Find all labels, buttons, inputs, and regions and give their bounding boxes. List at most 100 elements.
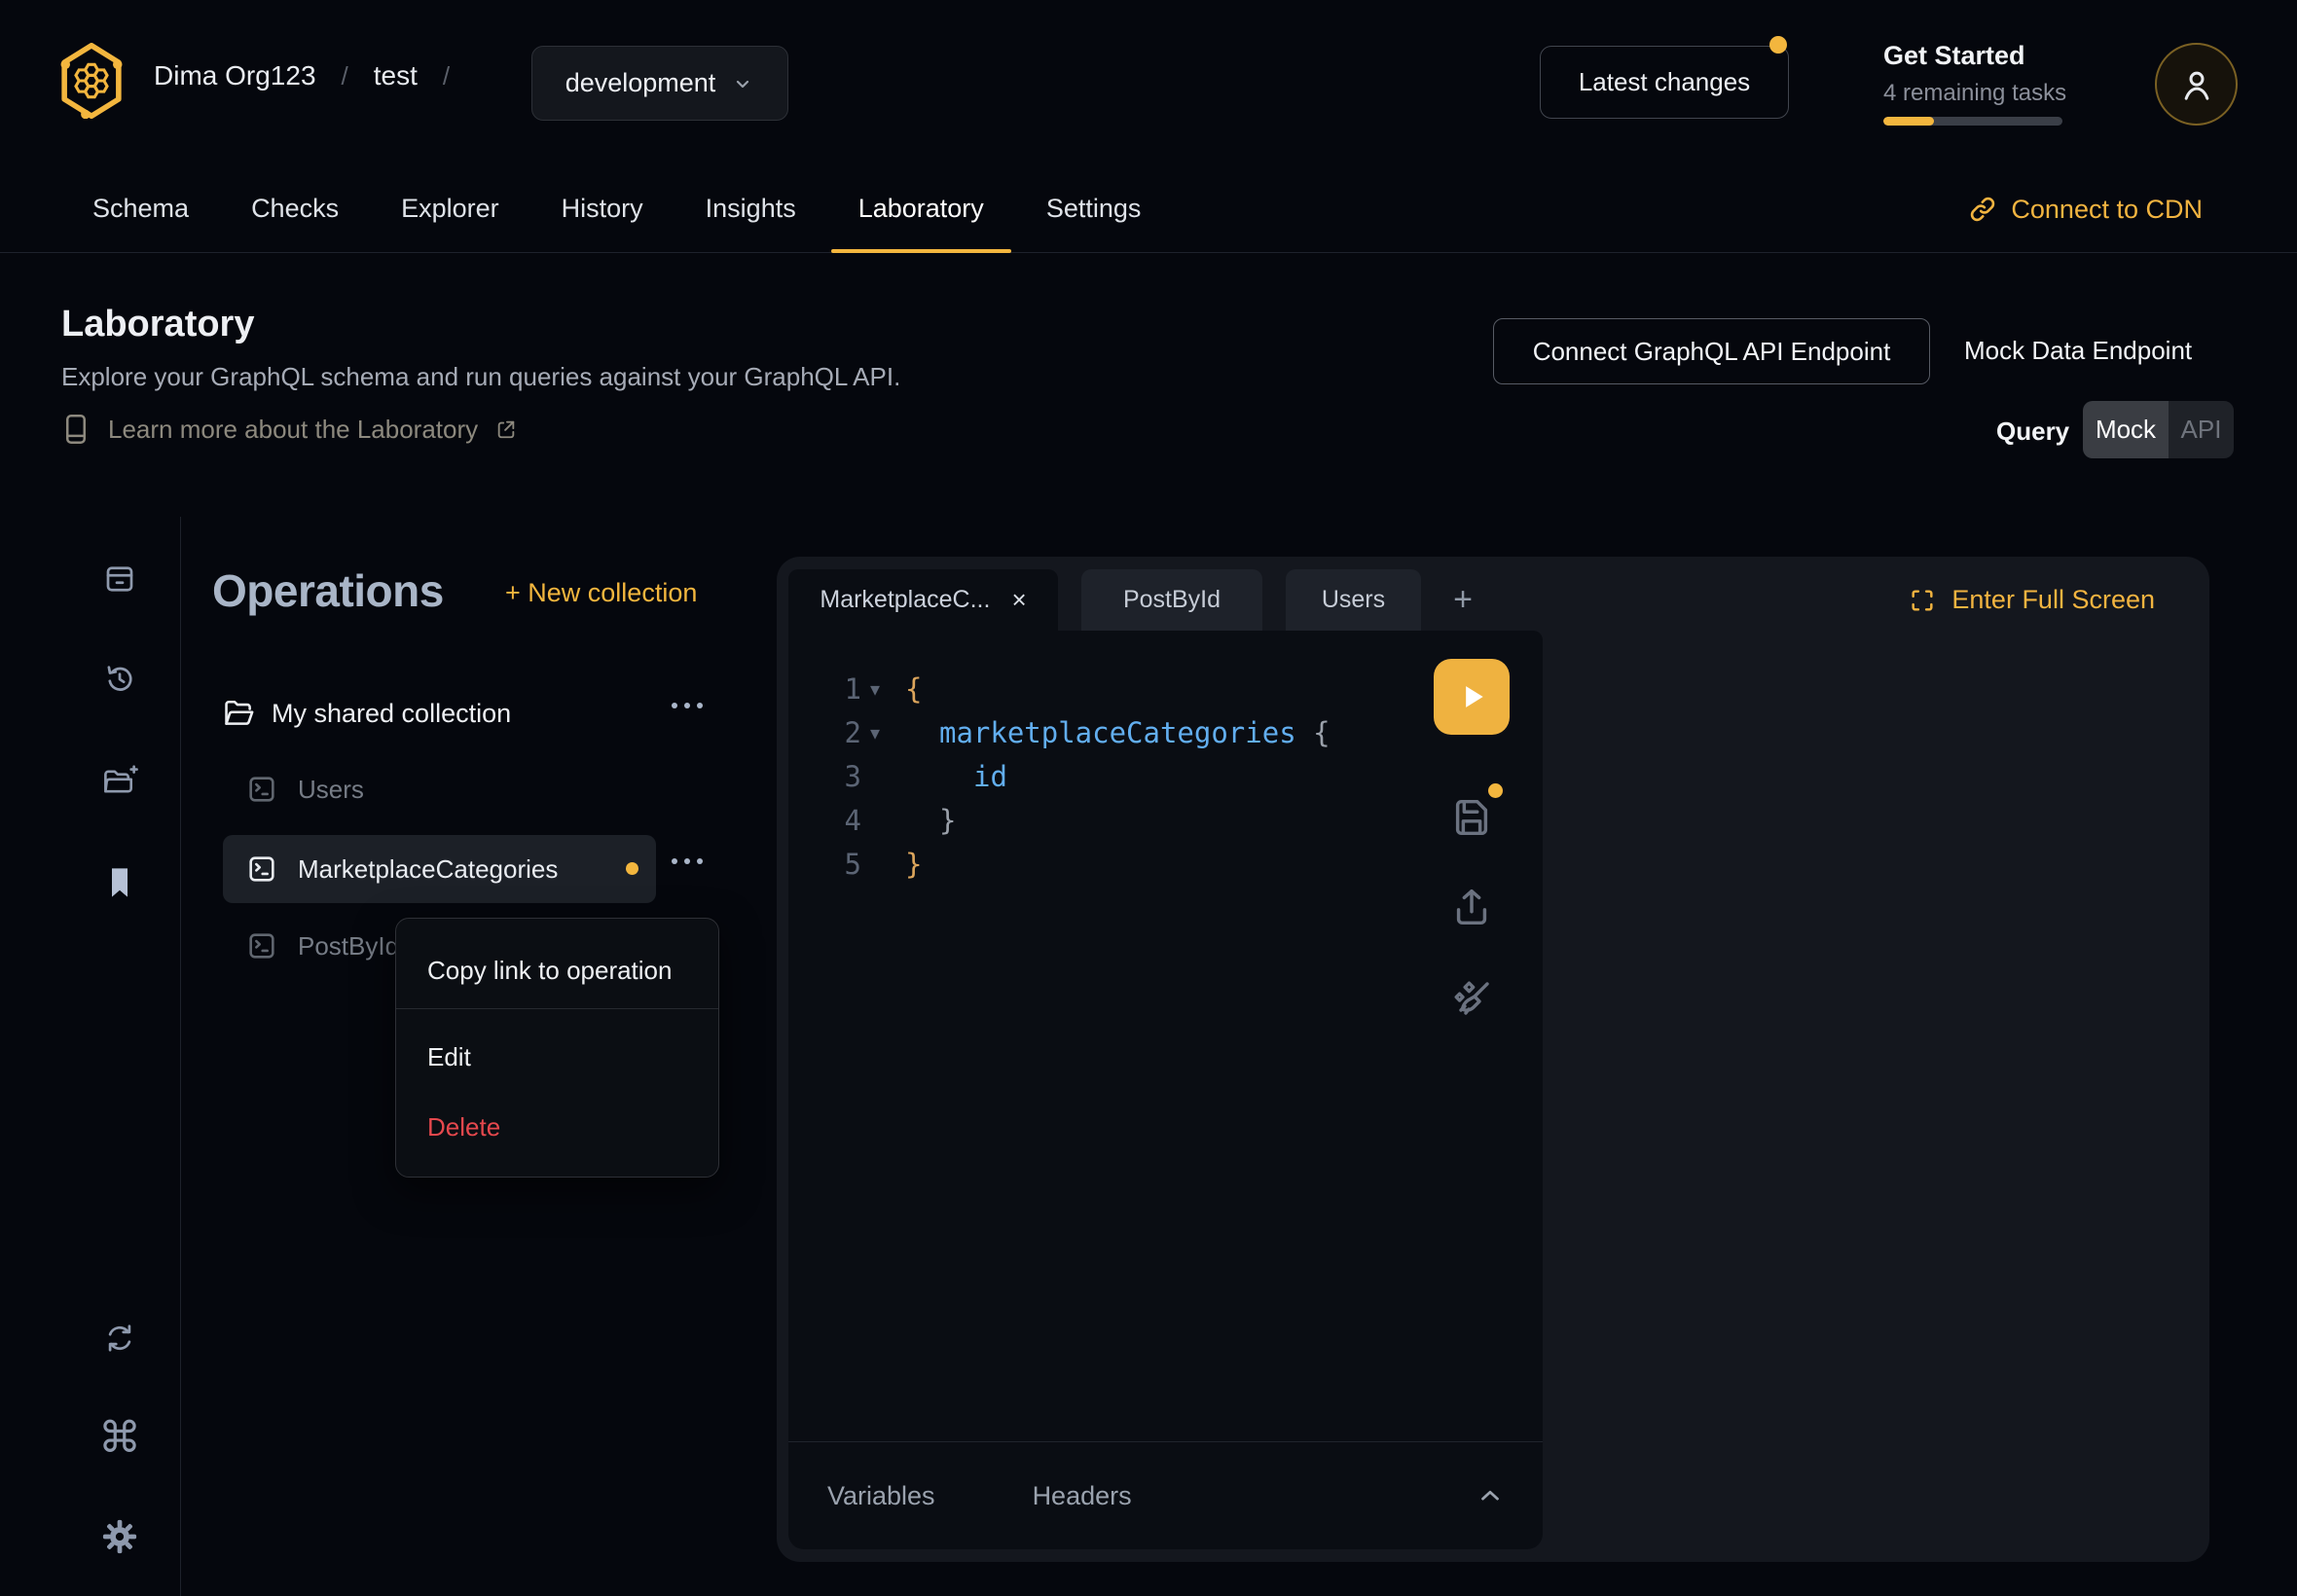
environment-selector[interactable]: development [531,46,788,121]
new-collection-button[interactable]: + New collection [505,578,697,608]
new-collection-icon[interactable] [101,763,138,800]
code-token: { [905,672,922,706]
notification-dot [1769,36,1787,54]
editor-tab-label: Users [1322,586,1385,614]
get-started-subtitle: 4 remaining tasks [1883,80,2066,107]
query-label: Query [1996,417,2069,447]
tab-laboratory[interactable]: Laboratory [831,165,1011,252]
operation-icon [245,852,278,886]
operation-row-postbyid[interactable]: PostById [245,920,399,972]
operation-row-marketplacecategories[interactable]: MarketplaceCategories [223,835,656,903]
connect-graphql-endpoint-button[interactable]: Connect GraphQL API Endpoint [1493,318,1930,384]
mock-endpoint-label: Mock Data Endpoint [1964,336,2192,366]
refresh-icon[interactable] [101,1320,138,1357]
tab-insights[interactable]: Insights [678,165,823,252]
code-line: 2 ▾ marketplaceCategories { [788,710,1543,754]
tab-history[interactable]: History [534,165,671,252]
menu-item-delete[interactable]: Delete [427,1112,500,1143]
toggle-option-api[interactable]: API [2169,401,2234,458]
fullscreen-icon [1909,587,1936,614]
operation-label: PostById [298,931,399,961]
menu-item-edit[interactable]: Edit [427,1042,471,1072]
line-number: 1 [788,672,861,706]
tab-settings[interactable]: Settings [1019,165,1169,252]
hive-logo-icon [58,43,125,119]
folder-open-icon [223,698,256,729]
operation-row-users[interactable]: Users [245,763,364,816]
main-nav: Schema Checks Explorer History Insights … [0,165,2297,253]
latest-changes-button[interactable]: Latest changes [1540,46,1789,119]
code-token: marketplaceCategories [939,716,1313,749]
environment-label: development [565,68,716,98]
get-started-title[interactable]: Get Started [1883,41,2025,71]
line-number: 4 [788,804,861,837]
settings-gear-icon[interactable] [101,1518,138,1555]
connect-endpoint-label: Connect GraphQL API Endpoint [1533,337,1891,367]
editor-tab-users[interactable]: Users [1286,569,1421,631]
query-target-toggle: Mock API [2083,401,2234,458]
line-number: 5 [788,848,861,881]
collection-row[interactable]: My shared collection [223,686,710,741]
bookmark-icon[interactable] [101,864,138,901]
code-token: } [939,804,956,837]
editor-bottom-bar: Variables Headers [788,1442,1543,1549]
enter-full-screen-button[interactable]: Enter Full Screen [1909,569,2155,631]
menu-item-copy-link[interactable]: Copy link to operation [427,956,672,986]
tab-explorer[interactable]: Explorer [374,165,527,252]
breadcrumb-project[interactable]: test [374,60,418,91]
headers-tab[interactable]: Headers [1033,1481,1132,1511]
mock-data-endpoint-button[interactable]: Mock Data Endpoint [1964,318,2192,382]
unsaved-changes-dot [1488,783,1503,798]
operation-icon [245,929,278,962]
book-icon [61,413,91,446]
code-line: 4 } [788,798,1543,842]
new-tab-button[interactable]: + [1448,569,1477,631]
query-editor-container: 1 ▾ { 2 ▾ marketplaceCategories { 3 id [788,631,1543,1549]
command-menu-icon[interactable]: ⌘ [101,1419,138,1456]
saved-operations-icon[interactable] [101,561,138,598]
page-description: Explore your GraphQL schema and run quer… [61,362,900,392]
editor-tab-label: PostById [1123,586,1221,614]
prettify-query-button[interactable] [1448,976,1495,1023]
code-token: { [1313,716,1330,749]
unsaved-changes-dot [626,862,638,875]
tab-checks[interactable]: Checks [224,165,366,252]
history-icon[interactable] [101,661,138,698]
code-token: id [973,760,1007,793]
learn-more-label: Learn more about the Laboratory [108,415,478,445]
user-avatar[interactable] [2155,43,2238,126]
collapse-panel-button[interactable] [1471,1476,1510,1515]
progress-fill [1883,117,1934,126]
enter-full-screen-label: Enter Full Screen [1951,585,2155,615]
chevron-down-icon [731,72,754,95]
fold-caret-icon[interactable]: ▾ [861,721,905,744]
editor-tab-postbyid[interactable]: PostById [1081,569,1262,631]
operation-icon [245,773,278,806]
share-operation-button[interactable] [1449,885,1494,929]
operation-label: MarketplaceCategories [298,854,558,885]
run-query-button[interactable] [1434,659,1510,735]
latest-changes-label: Latest changes [1579,67,1750,97]
save-operation-button[interactable] [1449,795,1494,840]
connect-to-cdn-link[interactable]: Connect to CDN [1968,165,2203,253]
toggle-option-mock[interactable]: Mock [2083,401,2169,458]
get-started-progress [1883,117,2062,126]
collection-menu-button[interactable] [672,703,703,708]
editor-tab-label: MarketplaceC... [820,586,990,614]
editor-tab-marketplacecategories[interactable]: MarketplaceC... × [788,569,1058,631]
breadcrumb-separator: / [443,61,450,91]
operation-menu-button[interactable] [672,858,703,864]
chevron-up-icon [1476,1481,1505,1510]
learn-more-link[interactable]: Learn more about the Laboratory [61,413,517,446]
collection-name: My shared collection [272,699,511,729]
connect-to-cdn-label: Connect to CDN [2011,195,2203,225]
link-icon [1968,195,1997,224]
close-tab-icon[interactable]: × [1011,585,1026,615]
query-code-editor[interactable]: 1 ▾ { 2 ▾ marketplaceCategories { 3 id [788,631,1543,1441]
variables-tab[interactable]: Variables [827,1481,935,1511]
breadcrumb-org[interactable]: Dima Org123 [154,60,316,91]
code-line: 3 id [788,754,1543,798]
tab-schema[interactable]: Schema [65,165,216,252]
line-number: 2 [788,716,861,749]
fold-caret-icon[interactable]: ▾ [861,677,905,701]
